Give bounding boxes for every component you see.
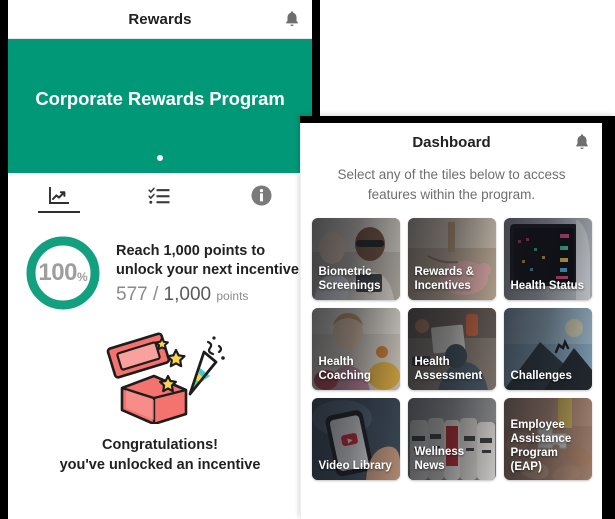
page-title: Rewards <box>128 10 192 28</box>
dashboard-phone-screen: Dashboard Select any of the tiles below … <box>300 116 615 519</box>
congrats-line-2: you've unlocked an incentive <box>59 456 261 473</box>
goal-points: 1,000 <box>163 284 212 306</box>
gift-box-confetti-icon <box>106 332 225 424</box>
bell-icon[interactable] <box>574 133 590 151</box>
tile-biometric-screenings[interactable]: Biometric Screenings <box>311 218 400 301</box>
progress-ring: 100% <box>24 234 102 312</box>
tile-challenges[interactable]: Challenges <box>503 308 592 391</box>
tile-label: Video Library <box>318 460 392 473</box>
tile-health-status[interactable]: Health Status <box>503 218 592 301</box>
progress-ring-value: 100% <box>24 234 102 312</box>
tile-label: Rewards & Incentives <box>414 266 474 293</box>
progress-headline-line2: unlock your next incentive <box>116 261 299 278</box>
checklist-icon <box>148 187 170 204</box>
current-points: 577 <box>116 284 148 306</box>
dashboard-title: Dashboard <box>412 133 491 151</box>
tile-label: Employee Assistance Program (EAP) <box>510 419 572 474</box>
progress-headline-line1: Reach 1,000 points to <box>116 242 266 259</box>
rewards-phone-screen: Rewards Corporate Rewards Program 100 % … <box>0 0 320 519</box>
tile-label: Challenges <box>510 370 572 383</box>
points-unit-label: points <box>216 289 249 304</box>
tile-label: Health Status <box>510 280 585 293</box>
tab-info[interactable] <box>211 173 312 218</box>
tile-label: Health Assessment <box>414 356 483 383</box>
progress-percent-number: 100 <box>38 259 77 286</box>
points-counter: 577 / 1,000 points <box>116 284 299 306</box>
tab-checklist[interactable] <box>109 173 210 218</box>
dashboard-header-bar: Dashboard <box>301 123 602 161</box>
congratulations-section: Congratulations! you've unlocked an ince… <box>8 318 312 475</box>
bell-icon[interactable] <box>284 10 300 28</box>
hero-title: Corporate Rewards Program <box>35 88 285 109</box>
tile-health-coaching[interactable]: Health Coaching <box>311 308 400 391</box>
rewards-tab-bar <box>8 173 312 218</box>
rewards-header-bar: Rewards <box>8 0 312 39</box>
tab-activity-chart[interactable] <box>8 173 109 218</box>
tile-label: Wellness News <box>414 446 465 473</box>
hero-banner: Corporate Rewards Program <box>8 39 312 173</box>
congrats-line-1: Congratulations! <box>102 437 218 453</box>
tile-rewards-incentives[interactable]: Rewards & Incentives <box>407 218 496 301</box>
dashboard-instructions: Select any of the tiles below to access … <box>337 167 566 202</box>
info-circle-icon <box>251 185 272 206</box>
dashboard-tile-grid: Biometric Screenings Rewards & Incentive… <box>301 204 602 481</box>
tile-label: Biometric Screenings <box>318 266 381 293</box>
points-separator: / <box>152 284 159 306</box>
progress-percent-symbol: % <box>76 269 88 284</box>
chart-line-icon <box>48 186 69 204</box>
tile-wellness-news[interactable]: Wellness News <box>407 398 496 481</box>
tile-health-assessment[interactable]: Health Assessment <box>407 308 496 391</box>
progress-text-block: Reach 1,000 points to unlock your next i… <box>116 240 299 306</box>
tile-label: Health Coaching <box>318 356 371 383</box>
points-progress-section: 100% Reach 1,000 points to unlock your n… <box>8 218 312 318</box>
carousel-dot-indicator[interactable] <box>157 155 163 161</box>
tile-employee-assistance-program[interactable]: Employee Assistance Program (EAP) <box>503 398 592 481</box>
tile-video-library[interactable]: Video Library <box>311 398 400 481</box>
